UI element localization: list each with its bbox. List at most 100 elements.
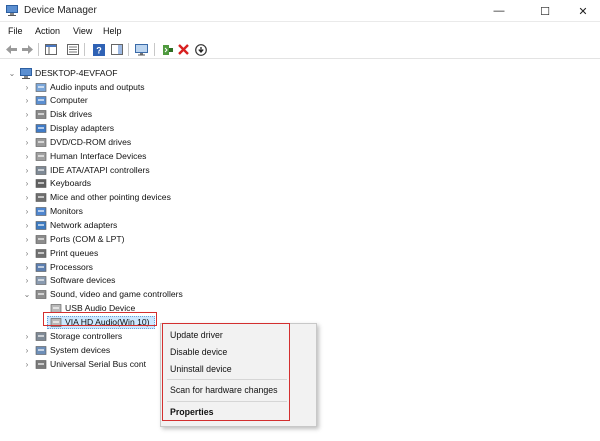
chevron-right-icon[interactable]: › <box>22 136 32 149</box>
tree-item-print-queues[interactable]: › Print queues <box>0 247 330 260</box>
computer-icon <box>35 96 47 106</box>
menu-view[interactable]: View <box>73 26 92 36</box>
tree-item-human-interface-devices[interactable]: › Human Interface Devices <box>0 150 330 163</box>
tree-item-network-adapters[interactable]: › Network adapters <box>0 219 330 232</box>
tree-item-label: IDE ATA/ATAPI controllers <box>50 164 150 175</box>
ide-controller-icon <box>35 165 47 175</box>
download-button[interactable] <box>193 42 208 57</box>
show-hide-console-tree-icon <box>44 44 57 55</box>
back-button[interactable] <box>4 42 19 57</box>
chevron-right-icon[interactable]: › <box>22 108 32 121</box>
minimize-button[interactable]: — <box>484 0 514 22</box>
toolbar: ? <box>0 41 600 59</box>
maximize-button[interactable]: ☐ <box>530 0 560 22</box>
highlight-box <box>162 323 290 421</box>
scan-hardware-button[interactable] <box>134 42 149 57</box>
chevron-right-icon[interactable]: › <box>22 330 32 343</box>
chevron-down-icon[interactable]: ⌄ <box>7 67 17 80</box>
display-adapter-icon <box>35 124 47 133</box>
chevron-right-icon[interactable]: › <box>22 164 32 177</box>
highlight-box <box>43 312 157 326</box>
update-driver-button[interactable] <box>160 42 175 57</box>
chevron-right-icon[interactable]: › <box>22 247 32 260</box>
chevron-right-icon[interactable]: › <box>22 274 32 287</box>
storage-controller-icon <box>35 331 47 341</box>
printer-icon <box>35 248 47 258</box>
svg-text:?: ? <box>96 45 102 55</box>
chevron-right-icon[interactable]: › <box>22 358 32 371</box>
tree-item-label: Universal Serial Bus cont <box>50 358 147 369</box>
tree-item-label: DVD/CD-ROM drives <box>50 136 132 147</box>
chevron-right-icon[interactable]: › <box>22 344 32 357</box>
tree-item-label: Disk drives <box>50 109 93 120</box>
tree-item-ide-ata-atapi-controllers[interactable]: › IDE ATA/ATAPI controllers <box>0 164 330 177</box>
tree-item-mice-and-other-pointing-devices[interactable]: › Mice and other pointing devices <box>0 191 330 204</box>
software-device-icon <box>35 276 47 286</box>
title-bar: Device Manager — ☐ ✕ <box>0 0 600 22</box>
tree-item-label: Print queues <box>50 247 99 258</box>
usb-icon <box>35 359 47 369</box>
audio-icon <box>35 82 47 92</box>
tree-item-computer[interactable]: › Computer <box>0 94 330 107</box>
tree-item-dvd-cd-rom-drives[interactable]: › DVD/CD-ROM drives <box>0 136 330 149</box>
chevron-right-icon[interactable]: › <box>22 191 32 204</box>
chevron-right-icon[interactable]: › <box>22 122 32 135</box>
tree-item-label: Monitors <box>50 206 83 217</box>
tree-item-sound-video-and-game-controllers[interactable]: ⌄ Sound, video and game controllers <box>0 288 330 301</box>
chevron-right-icon[interactable]: › <box>22 261 32 274</box>
menu-file[interactable]: File <box>8 26 23 36</box>
properties-button[interactable] <box>65 42 80 57</box>
menu-action[interactable]: Action <box>35 26 60 36</box>
tree-item-label: Processors <box>50 261 93 272</box>
computer-icon <box>20 68 32 79</box>
uninstall-button[interactable] <box>176 42 191 57</box>
tree-item-label: Storage controllers <box>50 330 123 341</box>
tree-item-disk-drives[interactable]: › Disk drives <box>0 108 330 121</box>
window-title: Device Manager <box>24 5 97 16</box>
tree-item-audio-inputs-and-outputs[interactable]: › Audio inputs and outputs <box>0 81 330 94</box>
tree-item-label: Keyboards <box>50 178 92 189</box>
download-icon <box>194 43 207 56</box>
forward-button[interactable] <box>20 42 35 57</box>
help-icon: ? <box>92 43 105 56</box>
chevron-down-icon[interactable]: ⌄ <box>22 288 32 301</box>
forward-icon <box>22 45 33 54</box>
system-devices-icon <box>35 345 47 355</box>
tree-item-label: Display adapters <box>50 123 115 134</box>
mouse-icon <box>35 193 47 203</box>
close-icon: ✕ <box>578 5 588 18</box>
sound-icon <box>35 290 47 300</box>
action-pane-button[interactable] <box>109 42 124 57</box>
chevron-right-icon[interactable]: › <box>22 219 32 232</box>
chevron-right-icon[interactable]: › <box>22 81 32 94</box>
chevron-right-icon[interactable]: › <box>22 94 32 107</box>
menu-help[interactable]: Help <box>103 26 122 36</box>
tree-item-label: Ports (COM & LPT) <box>50 233 125 244</box>
close-button[interactable]: ✕ <box>568 0 598 22</box>
tree-item-processors[interactable]: › Processors <box>0 261 330 274</box>
tree-item-monitors[interactable]: › Monitors <box>0 205 330 218</box>
chevron-right-icon[interactable]: › <box>22 150 32 163</box>
tree-item-label: Computer <box>50 95 88 106</box>
chevron-right-icon[interactable]: › <box>22 205 32 218</box>
monitor-icon <box>135 43 148 55</box>
tree-item-keyboards[interactable]: › Keyboards <box>0 177 330 190</box>
toolbar-separator <box>154 43 155 56</box>
toolbar-separator <box>38 43 39 56</box>
chevron-right-icon[interactable]: › <box>22 233 32 246</box>
tree-item-software-devices[interactable]: › Software devices <box>0 274 330 287</box>
uninstall-icon <box>178 44 189 55</box>
tree-item-label: System devices <box>50 344 111 355</box>
network-adapter-icon <box>35 221 47 230</box>
tree-item-label: Software devices <box>50 275 116 286</box>
show-hide-tree-button[interactable] <box>43 42 58 57</box>
port-icon <box>35 235 47 244</box>
help-button[interactable]: ? <box>91 42 106 57</box>
tree-item-ports-com-lpt[interactable]: › Ports (COM & LPT) <box>0 233 330 246</box>
minimize-icon: — <box>493 5 505 17</box>
tree-item-display-adapters[interactable]: › Display adapters <box>0 122 330 135</box>
keyboard-icon <box>35 179 47 189</box>
device-manager-icon <box>6 5 18 16</box>
chevron-right-icon[interactable]: › <box>22 177 32 190</box>
tree-root[interactable]: ⌄ DESKTOP-4EVFAOF <box>0 67 200 80</box>
